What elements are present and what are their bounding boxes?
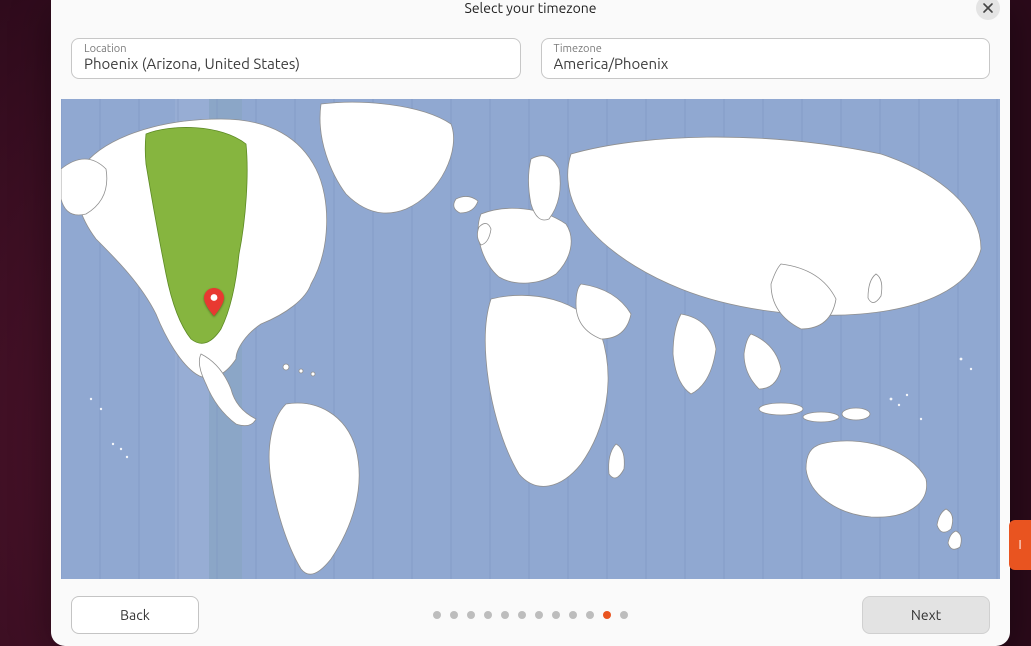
card-title: Select your timezone — [464, 0, 596, 16]
location-marker[interactable] — [204, 288, 224, 316]
footer: Back Next — [51, 584, 1010, 646]
close-button[interactable] — [976, 0, 1000, 20]
close-icon — [982, 2, 994, 14]
side-chip-label: I — [1018, 538, 1021, 552]
timezone-label: Timezone — [554, 43, 978, 55]
step-dot-6[interactable] — [518, 611, 526, 619]
side-chip[interactable]: I — [1009, 520, 1031, 570]
timezone-map[interactable] — [61, 99, 1000, 579]
next-button-label: Next — [911, 607, 941, 623]
step-dot-12[interactable] — [620, 611, 628, 619]
step-dots — [433, 611, 628, 619]
step-dot-3[interactable] — [467, 611, 475, 619]
form-row: Location Timezone — [51, 26, 1010, 79]
timezone-input[interactable] — [554, 55, 978, 72]
step-dot-9[interactable] — [569, 611, 577, 619]
step-dot-11[interactable] — [603, 611, 611, 619]
step-dot-5[interactable] — [501, 611, 509, 619]
step-dot-7[interactable] — [535, 611, 543, 619]
location-field[interactable]: Location — [71, 38, 521, 79]
next-button[interactable]: Next — [862, 596, 990, 634]
location-input[interactable] — [84, 55, 508, 72]
card-header: Select your timezone — [51, 0, 1010, 26]
location-label: Location — [84, 43, 508, 55]
back-button[interactable]: Back — [71, 596, 199, 634]
step-dot-2[interactable] — [450, 611, 458, 619]
installer-card: Select your timezone Location Timezone — [51, 0, 1010, 646]
back-button-label: Back — [120, 607, 150, 623]
timezone-field[interactable]: Timezone — [541, 38, 991, 79]
step-dot-1[interactable] — [433, 611, 441, 619]
world-map-svg — [61, 99, 1000, 579]
map-pin-icon — [204, 288, 224, 316]
step-dot-10[interactable] — [586, 611, 594, 619]
step-dot-8[interactable] — [552, 611, 560, 619]
step-dot-4[interactable] — [484, 611, 492, 619]
